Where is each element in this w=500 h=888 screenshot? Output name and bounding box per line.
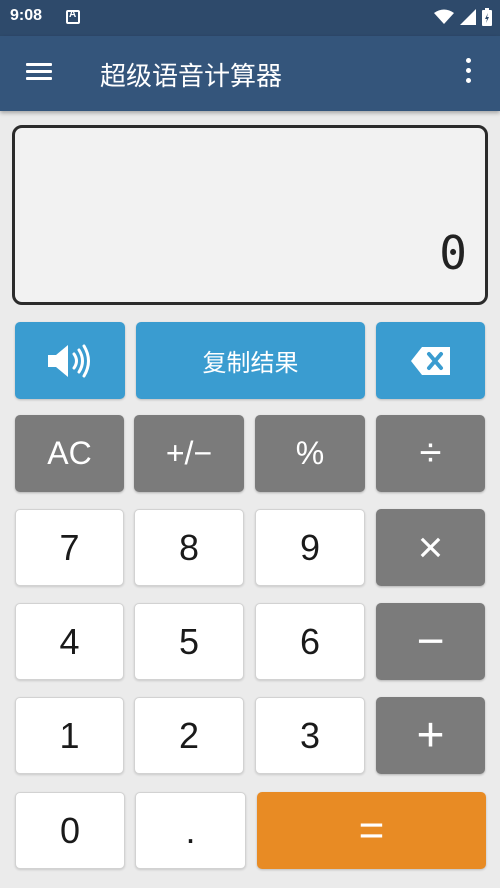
digit-5-label: 5	[178, 620, 200, 662]
decimal-label: .	[185, 809, 196, 851]
multiply-label: ×	[417, 522, 444, 572]
minus-label: −	[416, 615, 445, 668]
copy-result-button[interactable]: 复制结果	[136, 322, 365, 399]
plus-minus-label: +/−	[165, 435, 213, 471]
equals-label: =	[358, 805, 385, 855]
digit-8-button[interactable]: 8	[134, 509, 244, 586]
speaker-icon	[48, 344, 90, 377]
digit-1-label: 1	[59, 714, 80, 756]
digit-2-label: 2	[178, 714, 200, 756]
digit-6-label: 6	[299, 620, 321, 662]
display-value: 0	[439, 226, 469, 280]
plus-button[interactable]: +	[376, 697, 485, 774]
system-icons	[434, 8, 492, 26]
more-vert-icon[interactable]	[462, 58, 474, 88]
app-bar: 超级语音计算器	[0, 36, 500, 111]
digit-5-button[interactable]: 5	[134, 603, 244, 680]
battery-icon	[482, 8, 492, 26]
plus-minus-button[interactable]: +/−	[134, 415, 244, 492]
digit-3-label: 3	[299, 714, 321, 756]
multiply-button[interactable]: ×	[376, 509, 485, 586]
signal-icon	[460, 9, 476, 25]
status-time: 9:08	[10, 7, 43, 24]
divide-button[interactable]: ÷	[376, 415, 485, 492]
equals-button[interactable]: =	[257, 792, 486, 869]
minus-button[interactable]: −	[376, 603, 485, 680]
clear-button[interactable]: AC	[15, 415, 124, 492]
percent-label: %	[295, 435, 325, 471]
backspace-icon	[410, 346, 450, 375]
app-title: 超级语音计算器	[100, 62, 283, 92]
notification-icon	[66, 9, 80, 24]
status-bar: 9:08	[0, 0, 500, 36]
divide-label: ÷	[419, 431, 442, 475]
digit-0-label: 0	[59, 809, 81, 851]
decimal-button[interactable]: .	[135, 792, 246, 869]
wifi-icon	[434, 9, 454, 24]
digit-7-button[interactable]: 7	[15, 509, 124, 586]
digit-2-button[interactable]: 2	[134, 697, 244, 774]
digit-4-label: 4	[59, 620, 80, 662]
result-display: 0	[12, 125, 488, 305]
copy-result-label: 复制结果	[202, 349, 299, 377]
digit-8-label: 8	[178, 526, 200, 568]
digit-1-button[interactable]: 1	[15, 697, 124, 774]
speaker-button[interactable]	[15, 322, 125, 399]
digit-9-button[interactable]: 9	[255, 509, 365, 586]
plus-label: +	[416, 709, 445, 762]
digit-7-label: 7	[59, 526, 80, 568]
percent-button[interactable]: %	[255, 415, 365, 492]
digit-3-button[interactable]: 3	[255, 697, 365, 774]
digit-9-label: 9	[299, 526, 321, 568]
digit-4-button[interactable]: 4	[15, 603, 124, 680]
digit-6-button[interactable]: 6	[255, 603, 365, 680]
digit-0-button[interactable]: 0	[15, 792, 125, 869]
backspace-button[interactable]	[376, 322, 485, 399]
clear-label: AC	[47, 435, 92, 471]
menu-icon[interactable]	[22, 60, 56, 86]
